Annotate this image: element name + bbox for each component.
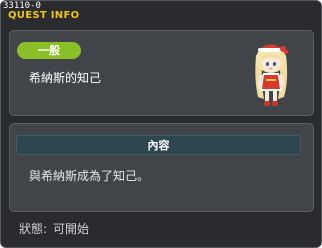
quest-content-panel: 內容 與希納斯成為了知己。	[9, 123, 314, 212]
quest-status: 狀態: 可開始	[19, 222, 95, 236]
content-description: 與希納斯成為了知己。	[29, 169, 150, 183]
quest-info-window: 33110-0 QUEST INFO 一般 希納斯的知己 內容 與希納斯成為了知…	[0, 0, 322, 248]
npc-portrait-icon	[255, 44, 288, 106]
quest-name: 希納斯的知己	[29, 71, 102, 85]
window-title: QUEST INFO	[8, 10, 80, 21]
quest-summary-panel: 一般 希納斯的知己	[9, 30, 314, 116]
content-header: 內容	[16, 135, 301, 155]
status-label: 狀態:	[19, 222, 48, 236]
status-value: 可開始	[53, 222, 90, 236]
quest-category-badge: 一般	[17, 42, 81, 59]
